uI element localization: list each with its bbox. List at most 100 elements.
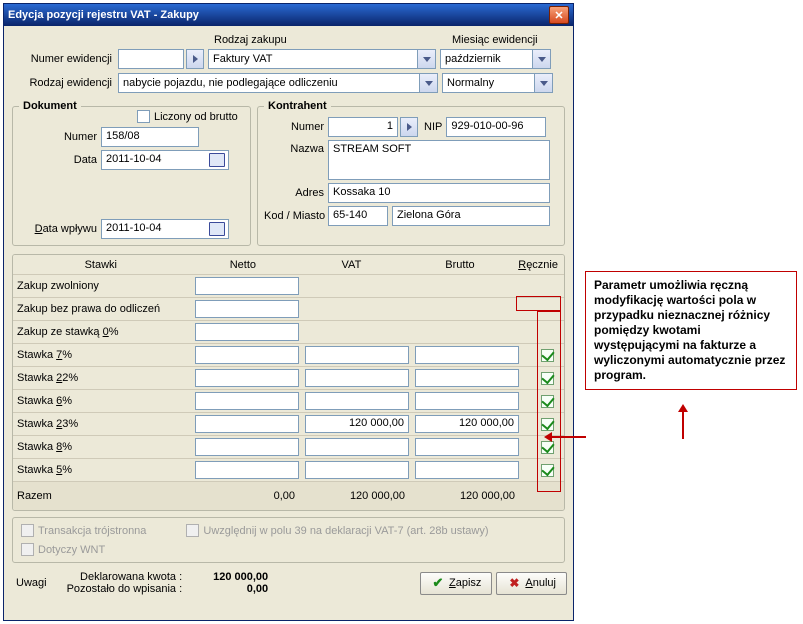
hdr-netto: Netto [189,259,298,271]
amount-field[interactable]: 120 000,00 [415,415,519,433]
amount-field[interactable] [195,323,299,341]
adres-field[interactable]: Kossaka 10 [328,183,550,203]
rate-label: Stawka 8% [13,441,191,453]
amount-field[interactable] [195,392,299,410]
amount-field[interactable] [305,392,409,410]
numer-ewidencji-label: Numer ewidencji [12,53,116,65]
nip-label: NIP [424,121,442,133]
chevron-down-icon[interactable] [534,74,552,92]
hdr-brutto: Brutto [406,259,515,271]
calendar-icon[interactable] [209,153,225,167]
sum-brutto: 120 000,00 [411,490,521,502]
nip-field[interactable]: 929-010-00-96 [446,117,546,137]
callout-arrow-h [549,436,586,438]
dokument-data-value: 2011-10-04 [106,153,161,165]
zapisz-button[interactable]: ✔ Zapisz [420,572,492,595]
chevron-down-icon[interactable] [417,50,435,68]
uwzglednij39-checkbox [186,524,199,537]
amount-field[interactable] [195,438,299,456]
amount-field[interactable] [305,461,409,479]
rodzaj-zakupu-select[interactable]: Faktury VAT [208,49,436,69]
rodzaj-ewidencji-select[interactable]: nabycie pojazdu, nie podlegające odlicze… [118,73,438,93]
dokument-numer-label: Numer [19,131,101,143]
amount-field[interactable] [415,438,519,456]
amount-field[interactable] [195,346,299,364]
amount-field[interactable] [415,461,519,479]
data-wplywu-field[interactable]: 2011-10-04 [101,219,229,239]
close-icon[interactable]: ✕ [549,6,569,24]
chevron-right-icon [407,123,412,131]
miesiac-select[interactable]: październik [440,49,551,69]
anuluj-button[interactable]: ✖ Anuluj [496,572,567,595]
liczony-checkbox[interactable] [137,110,150,123]
data-wplywu-label: Data wpływu [19,223,101,235]
table-row: Zakup ze stawką 0% [13,321,564,344]
chevron-down-icon[interactable] [532,50,550,68]
rate-label: Zakup bez prawa do odliczeń [13,303,191,315]
chevron-down-icon[interactable] [419,74,437,92]
amount-field[interactable] [195,300,299,318]
rate-label: Stawka 7% [13,349,191,361]
amount-field[interactable] [195,461,299,479]
deklarowana-value: 120 000,00 [213,571,268,583]
kontrahent-lookup[interactable] [400,117,418,137]
kontrahent-title: Kontrahent [264,100,331,112]
dokument-data-field[interactable]: 2011-10-04 [101,150,229,170]
amount-field[interactable] [415,392,519,410]
table-row: Stawka 23%120 000,00120 000,00 [13,413,564,436]
numer-ewidencji-field[interactable] [118,49,184,69]
sum-vat: 120 000,00 [301,490,411,502]
dokument-group: Dokument Liczony od brutto Numer 158/08 … [12,106,251,246]
miasto-field[interactable]: Zielona Góra [392,206,550,226]
kodmiasto-label: Kod / Miasto [264,210,328,222]
deklarowana-label: Deklarowana kwota : [80,571,182,583]
rates-grid: Stawki Netto VAT Brutto Ręcznie Zakup zw… [12,254,565,511]
kontrahent-group: Kontrahent Numer 1 NIP 929-010-00-96 Naz… [257,106,565,246]
pozostalo-value: 0,00 [247,583,268,595]
rate-label: Stawka 6% [13,395,191,407]
amount-field[interactable] [195,415,299,433]
liczony-label: Liczony od brutto [154,111,238,123]
table-row: Stawka 6% [13,390,564,413]
rodzaj-ewidencji-label: Rodzaj ewidencji [12,77,116,89]
table-row: Zakup bez prawa do odliczeń [13,298,564,321]
sum-netto: 0,00 [191,490,301,502]
normalny-select[interactable]: Normalny [442,73,553,93]
kontrahent-numer-field[interactable]: 1 [328,117,398,137]
callout-arrow [682,408,684,439]
amount-field[interactable] [195,277,299,295]
nazwa-field[interactable]: STREAM SOFT [328,140,550,180]
dokument-numer-field[interactable]: 158/08 [101,127,199,147]
amount-field[interactable] [305,369,409,387]
amount-field[interactable] [195,369,299,387]
data-wplywu-value: 2011-10-04 [106,222,161,234]
rodzaj-zakupu-value: Faktury VAT [213,53,273,65]
check-icon: ✔ [431,576,445,590]
table-row: Zakup zwolniony [13,275,564,298]
nazwa-label: Nazwa [264,140,328,155]
calendar-icon[interactable] [209,222,225,236]
uwzglednij39-label: Uwzględnij w polu 39 na deklaracji VAT-7… [203,525,488,537]
amount-field[interactable] [415,369,519,387]
amount-field[interactable]: 120 000,00 [305,415,409,433]
callout-arrow-h-tip [544,432,552,442]
titlebar[interactable]: Edycja pozycji rejestru VAT - Zakupy ✕ [4,4,573,26]
table-row: Stawka 22% [13,367,564,390]
callout-note: Parametr umożliwia ręczną modyfikację wa… [585,271,797,390]
highlight-recznie-header [516,296,561,311]
numer-ewidencji-lookup[interactable] [186,49,204,69]
dokument-title: Dokument [19,100,81,112]
hdr-vat: VAT [297,259,406,271]
kod-field[interactable]: 65-140 [328,206,388,226]
amount-field[interactable] [305,346,409,364]
bottom-options: Transakcja trójstronna Uwzględnij w polu… [12,517,565,563]
rate-label: Zakup zwolniony [13,280,191,292]
miesiac-value: październik [445,53,501,65]
uwagi-label[interactable]: Uwagi [10,577,47,589]
hdr-stawki: Stawki [13,259,189,271]
grid-header: Stawki Netto VAT Brutto Ręcznie [13,255,564,275]
miesiac-ewidencji-header: Miesiąc ewidencji [452,34,538,46]
amount-field[interactable] [305,438,409,456]
amount-field[interactable] [415,346,519,364]
kontrahent-numer-label: Numer [264,121,328,133]
